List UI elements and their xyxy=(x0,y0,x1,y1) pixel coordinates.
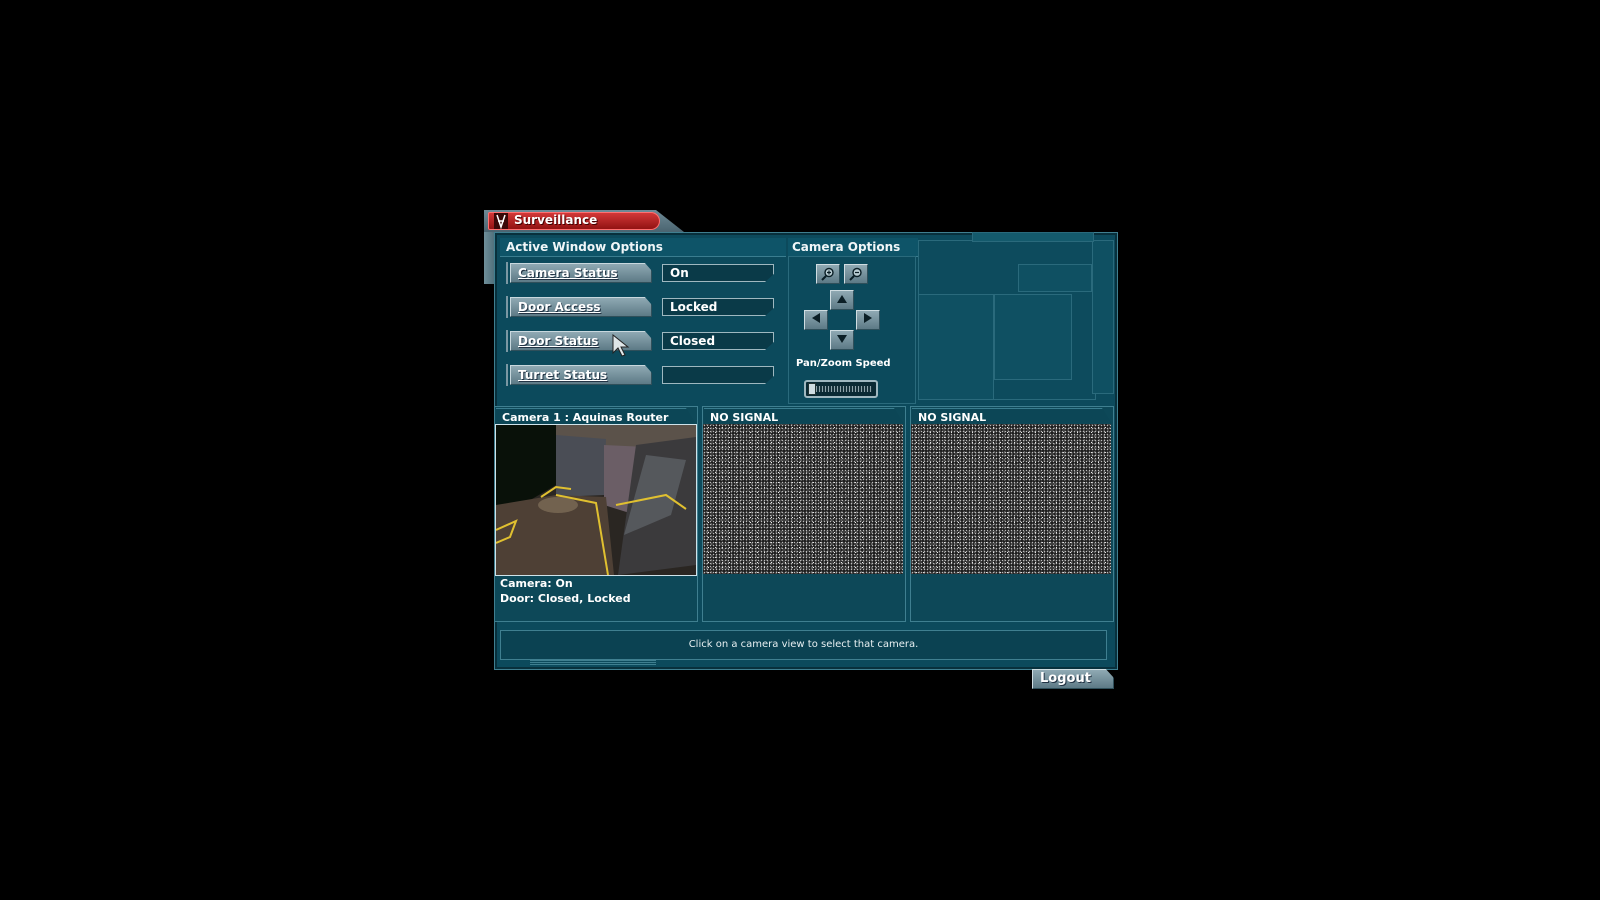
status-bar: Click on a camera view to select that ca… xyxy=(500,630,1107,660)
pan-zoom-speed-slider[interactable] xyxy=(804,380,878,398)
logout-button[interactable]: Logout xyxy=(1032,669,1114,689)
zoom-in-button[interactable] xyxy=(816,264,840,284)
camera-1-feed-image xyxy=(496,425,696,575)
camera-3-title: NO SIGNAL xyxy=(912,408,1112,424)
camera-options-header: Camera Options xyxy=(788,238,918,257)
door-access-value: Locked xyxy=(662,298,774,316)
pan-zoom-speed-label: Pan/Zoom Speed xyxy=(796,358,891,369)
camera-status-label: Camera Status xyxy=(518,266,618,280)
turret-status-value xyxy=(662,366,774,384)
slider-thumb[interactable] xyxy=(808,383,816,395)
window-title-tab: Surveillance xyxy=(484,210,684,232)
door-access-button[interactable]: Door Access xyxy=(510,297,652,317)
arrow-down-icon xyxy=(837,335,847,343)
door-status-label: Door Status xyxy=(518,334,599,348)
decorative-panel xyxy=(918,294,994,400)
camera-status-value: On xyxy=(662,264,774,282)
window-title: Surveillance xyxy=(514,213,598,227)
door-status-value: Closed xyxy=(662,332,774,350)
pan-up-button[interactable] xyxy=(830,290,854,310)
decorative-panel xyxy=(994,294,1072,380)
turret-status-label: Turret Status xyxy=(518,368,608,382)
turret-status-button[interactable]: Turret Status xyxy=(510,365,652,385)
zoom-out-button[interactable] xyxy=(844,264,868,284)
slider-track xyxy=(816,386,872,392)
arrow-up-icon xyxy=(837,295,847,303)
decorative-panel xyxy=(1018,264,1092,292)
active-window-options-title: Active Window Options xyxy=(506,240,663,254)
camera-options-title: Camera Options xyxy=(792,240,901,254)
pan-down-button[interactable] xyxy=(830,330,854,350)
arrow-left-icon xyxy=(812,313,820,323)
pan-left-button[interactable] xyxy=(804,310,828,330)
pan-right-button[interactable] xyxy=(856,310,880,330)
camera-1-status-line: Door: Closed, Locked xyxy=(500,592,631,605)
zoom-in-icon xyxy=(821,267,834,281)
logout-label: Logout xyxy=(1040,671,1091,686)
decorative-strip xyxy=(972,232,1094,242)
camera-2-view[interactable] xyxy=(703,424,903,574)
camera-1-status-line: Camera: On xyxy=(500,577,573,590)
surveillance-logo-icon xyxy=(494,213,508,229)
decorative-bottom-strip xyxy=(530,660,656,666)
active-window-options-header: Active Window Options xyxy=(500,238,786,257)
zoom-out-icon xyxy=(849,267,862,281)
door-access-label: Door Access xyxy=(518,300,601,314)
camera-1-title: Camera 1 : Aquinas Router xyxy=(496,408,696,424)
camera-1-status: Camera: On Door: Closed, Locked xyxy=(500,576,631,606)
camera-1-view[interactable] xyxy=(495,424,697,576)
arrow-right-icon xyxy=(864,313,872,323)
camera-2-title: NO SIGNAL xyxy=(704,408,904,424)
camera-status-button[interactable]: Camera Status xyxy=(510,263,652,283)
mouse-cursor-icon xyxy=(612,334,630,357)
decorative-panel xyxy=(1092,240,1114,394)
camera-3-view[interactable] xyxy=(911,424,1111,574)
